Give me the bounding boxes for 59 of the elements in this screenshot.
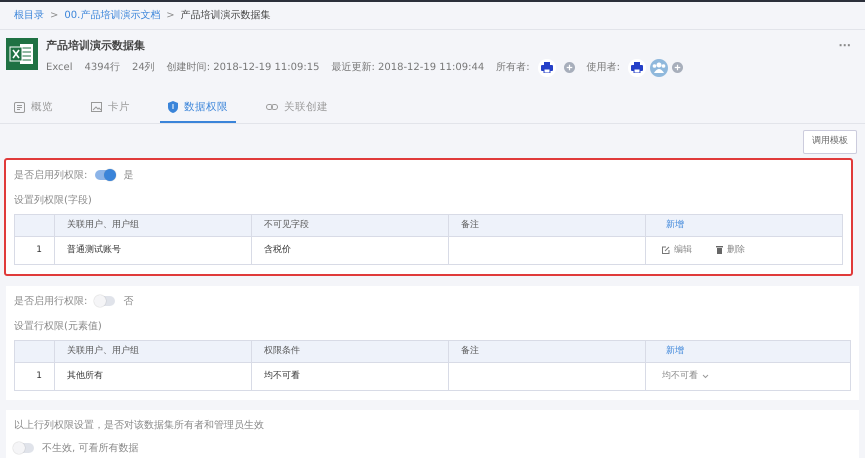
breadcrumb-separator: >: [50, 9, 58, 23]
meta-text: 创建时间: 2018-12-19 11:09:15: [166, 60, 320, 75]
table-cell: 普通测试账号: [67, 244, 121, 254]
tab[interactable]: 数据权限: [160, 94, 236, 124]
edit-link[interactable]: 编辑: [662, 244, 692, 257]
more-button[interactable]: ···: [838, 38, 851, 76]
excel-file-icon: [6, 38, 38, 70]
column-header: 关联用户、用户组: [54, 214, 252, 236]
template-button[interactable]: 调用模板: [803, 130, 857, 154]
scope-question: 以上行列权限设置，是否对该数据集所有者和管理员生效: [14, 418, 265, 433]
add-icon[interactable]: [564, 62, 575, 73]
toggle-switch[interactable]: [14, 443, 34, 454]
section-subtitle: 设置列权限(字段): [14, 194, 93, 208]
user-label: 使用者:: [586, 60, 620, 75]
toggle-label: 是否启用行权限:: [14, 294, 88, 309]
toggle-switch[interactable]: [95, 296, 116, 306]
chevron-down-icon: [702, 374, 709, 379]
column-header: 权限条件: [252, 340, 448, 362]
toggle-state: 否: [123, 294, 134, 309]
printer-avatar-icon[interactable]: [628, 58, 646, 76]
link-icon: [266, 103, 278, 112]
add-link[interactable]: 新增: [666, 346, 684, 356]
column-header: 备注: [448, 214, 646, 236]
meta-text: 24列: [132, 61, 155, 75]
add-icon[interactable]: [672, 62, 683, 73]
toggle-state: 不生效, 可看所有数据: [42, 442, 138, 456]
dataset-title: 产品培训演示数据集: [46, 38, 146, 54]
section-subtitle: 设置行权限(元素值): [14, 320, 103, 334]
table-cell: 其他所有: [67, 370, 103, 380]
add-link[interactable]: 新增: [666, 220, 684, 230]
table-cell: 均不可看: [264, 370, 300, 380]
column-header: 关联用户、用户组: [54, 340, 252, 362]
edit-icon: [662, 246, 670, 254]
printer-avatar-icon[interactable]: [538, 58, 556, 76]
column-header: 不可见字段: [252, 214, 448, 236]
meta-text: Excel: [46, 61, 72, 75]
breadcrumb-current: 产品培训演示数据集: [180, 8, 271, 23]
toggle-label: 是否启用列权限:: [14, 168, 88, 183]
meta-text: 最近更新: 2018-12-19 11:09:44: [331, 60, 484, 75]
condition-dropdown[interactable]: 均不可看: [662, 370, 709, 383]
meta-text: 4394行: [84, 61, 120, 75]
delete-link[interactable]: 删除: [716, 244, 745, 257]
breadcrumb-link[interactable]: 根目录: [14, 8, 44, 23]
column-header: 备注: [448, 340, 646, 362]
breadcrumb-separator: >: [166, 9, 175, 23]
trash-icon: [716, 246, 723, 254]
owner-label: 所有者:: [496, 60, 530, 75]
tab[interactable]: 卡片: [83, 94, 138, 124]
table-cell: 含税价: [264, 244, 291, 254]
document-icon: [14, 102, 25, 113]
tab[interactable]: 关联创建: [258, 94, 336, 124]
tab[interactable]: 概览: [6, 94, 61, 124]
toggle-state: 是: [123, 168, 134, 183]
row-number: 1: [14, 362, 54, 390]
image-icon: [91, 102, 102, 112]
toggle-switch[interactable]: [95, 170, 116, 180]
breadcrumb-link[interactable]: 00.产品培训演示文档: [64, 8, 160, 23]
shield-icon: [168, 101, 178, 114]
row-number: 1: [14, 236, 54, 264]
